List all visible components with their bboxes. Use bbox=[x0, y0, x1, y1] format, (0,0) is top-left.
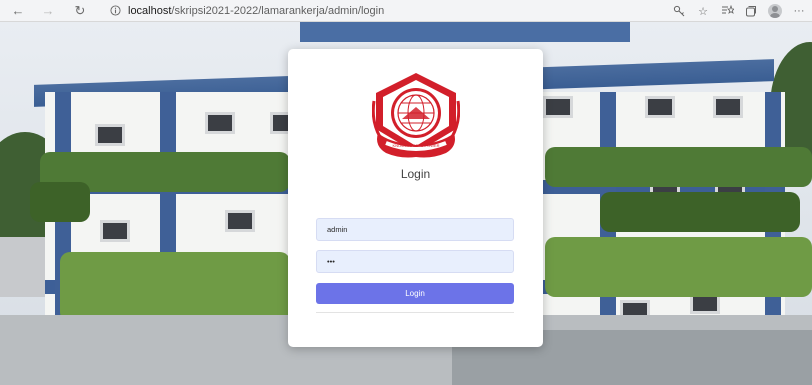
logo-motto: KNOWLEDGE IS POWER bbox=[392, 143, 439, 148]
hanging-plants bbox=[600, 192, 800, 232]
hanging-plants bbox=[30, 182, 90, 222]
address-bar[interactable]: localhost/skripsi2021-2022/lamarankerja/… bbox=[108, 2, 384, 20]
key-icon[interactable] bbox=[672, 4, 686, 18]
window bbox=[225, 210, 255, 232]
url-path: /skripsi2021-2022/lamarankerja/admin/log… bbox=[171, 4, 385, 17]
window bbox=[543, 96, 573, 118]
window bbox=[645, 96, 675, 118]
school-logo: KNOWLEDGE IS POWER bbox=[372, 73, 460, 158]
star-icon[interactable]: ☆ bbox=[696, 4, 710, 18]
password-value: ••• bbox=[327, 257, 335, 266]
login-title: Login bbox=[400, 167, 431, 181]
window bbox=[713, 96, 743, 118]
favorites-icon[interactable] bbox=[720, 4, 734, 18]
divider bbox=[316, 312, 514, 313]
url-host: localhost bbox=[128, 4, 172, 17]
reload-icon[interactable]: ↻ bbox=[70, 1, 90, 21]
browser-actions: ☆ ··· bbox=[672, 0, 806, 22]
info-icon[interactable] bbox=[108, 4, 122, 18]
forward-icon[interactable]: → bbox=[38, 1, 58, 21]
hanging-plants bbox=[60, 252, 290, 322]
window bbox=[205, 112, 235, 134]
window bbox=[95, 124, 125, 146]
username-value: admin bbox=[327, 225, 348, 234]
more-icon[interactable]: ··· bbox=[792, 4, 806, 18]
roof-top bbox=[300, 22, 630, 42]
hanging-plants bbox=[545, 237, 812, 297]
password-field[interactable]: ••• bbox=[316, 250, 514, 273]
back-icon[interactable]: ← bbox=[8, 1, 28, 21]
hanging-plants bbox=[545, 147, 812, 187]
username-field[interactable]: admin bbox=[316, 218, 514, 241]
browser-toolbar: ← → ↻ localhost/skripsi2021-2022/lamaran… bbox=[0, 0, 812, 22]
login-button[interactable]: Login bbox=[316, 283, 514, 304]
window bbox=[100, 220, 130, 242]
profile-icon[interactable] bbox=[768, 4, 782, 18]
login-card: KNOWLEDGE IS POWER Login admin ••• Login bbox=[288, 49, 543, 347]
collections-icon[interactable] bbox=[744, 4, 758, 18]
